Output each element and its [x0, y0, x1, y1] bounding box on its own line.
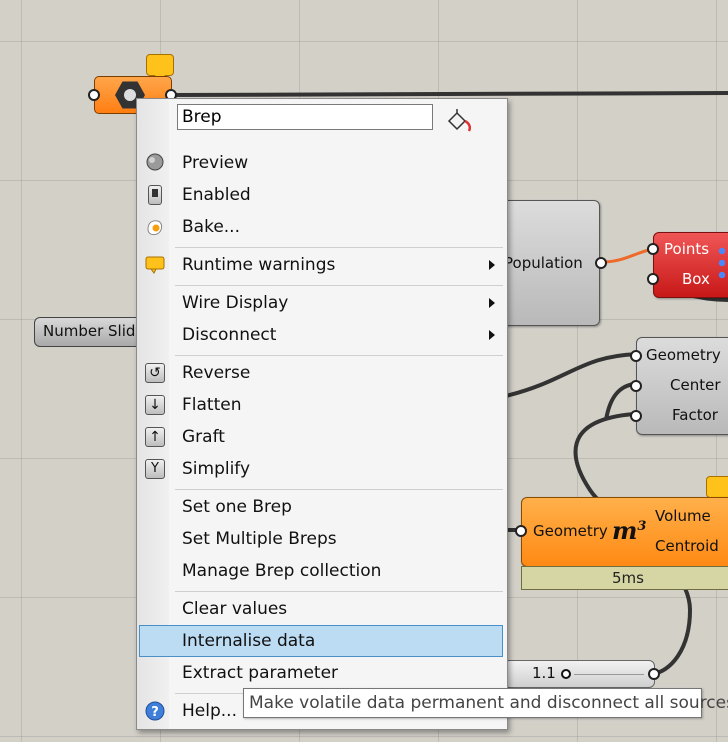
populate-points-port[interactable]: [647, 243, 659, 255]
volume-m3-icon: m3: [612, 516, 647, 545]
volume-geometry-port[interactable]: [515, 525, 527, 537]
populate-node[interactable]: Points Box: [647, 232, 728, 298]
menu-label-internalise-data: Internalise data: [182, 631, 316, 651]
menu-label-wire-display: Wire Display: [182, 293, 289, 313]
populate-input-points: Points: [664, 240, 710, 258]
menu-item-reverse[interactable]: ↺ Reverse: [139, 357, 503, 389]
menu-label-set-one-brep: Set one Brep: [182, 497, 292, 517]
scale-factor-port[interactable]: [630, 410, 642, 422]
brep-input-port[interactable]: [88, 89, 100, 101]
menu-item-set-one-brep[interactable]: Set one Brep: [139, 491, 503, 523]
menu-label-set-multiple-breps: Set Multiple Breps: [182, 529, 337, 549]
volume-timing-bar: 5ms: [521, 566, 728, 590]
param-name-input[interactable]: [177, 104, 433, 130]
menu-item-extract-parameter[interactable]: Extract parameter: [139, 657, 503, 689]
factor-slider-node[interactable]: 1.1: [503, 660, 660, 688]
help-icon: ?: [145, 701, 165, 721]
menu-item-internalise-data[interactable]: Internalise data: [139, 625, 503, 657]
factor-slider-knob[interactable]: [561, 669, 571, 679]
menu-separator: [175, 285, 503, 286]
reverse-icon: ↺: [145, 363, 165, 383]
volume-node[interactable]: Geometry m3 Volume Centroid: [515, 497, 728, 567]
scale-input-center: Center: [670, 376, 721, 394]
menu-item-wire-display[interactable]: Wire Display: [139, 287, 503, 319]
flatten-icon: ↓: [145, 395, 165, 415]
menu-label-flatten: Flatten: [182, 395, 242, 415]
number-slider-node[interactable]: Number Slider: [34, 317, 151, 347]
context-menu: Preview Enabled Bake... Runtime warnings…: [136, 98, 508, 730]
tooltip: Make volatile data permanent and disconn…: [243, 688, 728, 718]
submenu-arrow-icon: [489, 330, 495, 340]
menu-item-set-multiple-breps[interactable]: Set Multiple Breps: [139, 523, 503, 555]
menu-item-manage-brep-collection[interactable]: Manage Brep collection: [139, 555, 503, 587]
menu-label-manage-brep-collection: Manage Brep collection: [182, 561, 382, 581]
menu-label-clear-values: Clear values: [182, 599, 288, 619]
population-node[interactable]: Population: [500, 200, 607, 326]
menu-label-reverse: Reverse: [182, 363, 251, 383]
menu-label-enabled: Enabled: [182, 185, 251, 205]
menu-label-simplify: Simplify: [182, 459, 251, 479]
volume-warning-bubble-icon[interactable]: [706, 476, 728, 504]
menu-separator: [175, 247, 503, 248]
scale-center-port[interactable]: [630, 380, 642, 392]
graft-icon: ↑: [145, 427, 165, 447]
scale-node[interactable]: Geometry Center Factor: [630, 337, 728, 435]
svg-text:?: ?: [151, 705, 159, 720]
menu-label-bake: Bake...: [182, 217, 240, 237]
scale-geometry-port[interactable]: [630, 350, 642, 362]
factor-slider-value: 1.1: [532, 664, 556, 682]
menu-separator: [175, 489, 503, 490]
enabled-toggle-icon: [148, 185, 162, 205]
warning-balloon-icon: [145, 256, 165, 274]
menu-label-help: Help...: [182, 701, 237, 721]
volume-output-volume: Volume: [655, 507, 711, 525]
menu-item-enabled[interactable]: Enabled: [139, 179, 503, 211]
submenu-arrow-icon: [489, 298, 495, 308]
menu-item-simplify[interactable]: Y Simplify: [139, 453, 503, 485]
menu-separator: [175, 591, 503, 592]
menu-separator: [175, 355, 503, 356]
scale-input-geometry: Geometry: [646, 346, 721, 364]
menu-item-preview[interactable]: Preview: [139, 147, 503, 179]
paint-bucket-icon[interactable]: [445, 107, 471, 133]
menu-item-clear-values[interactable]: Clear values: [139, 593, 503, 625]
factor-slider-track: [574, 674, 644, 675]
menu-label-preview: Preview: [182, 153, 249, 173]
menu-item-bake[interactable]: Bake...: [139, 211, 503, 243]
preview-icon: [146, 153, 164, 171]
bake-egg-icon: [147, 220, 163, 236]
menu-item-runtime-warnings[interactable]: Runtime warnings: [139, 249, 503, 281]
populate-dots-icon: [716, 245, 728, 281]
warning-bubble-icon[interactable]: [146, 54, 174, 82]
menu-label-disconnect: Disconnect: [182, 325, 277, 345]
menu-item-flatten[interactable]: ↓ Flatten: [139, 389, 503, 421]
menu-label-graft: Graft: [182, 427, 225, 447]
number-slider-label: Number Slider: [43, 322, 151, 340]
populate-input-box: Box: [682, 270, 710, 288]
population-output-port[interactable]: [595, 257, 607, 269]
volume-input-geometry: Geometry: [533, 522, 608, 540]
menu-item-graft[interactable]: ↑ Graft: [139, 421, 503, 453]
simplify-icon: Y: [145, 459, 165, 479]
menu-label-runtime-warnings: Runtime warnings: [182, 255, 336, 275]
volume-output-centroid: Centroid: [655, 537, 719, 555]
population-label: Population: [504, 254, 583, 272]
scale-input-factor: Factor: [672, 406, 718, 424]
menu-item-disconnect[interactable]: Disconnect: [139, 319, 503, 351]
factor-slider-output-port[interactable]: [648, 668, 660, 680]
menu-label-extract-parameter: Extract parameter: [182, 663, 339, 683]
populate-box-port[interactable]: [647, 273, 659, 285]
submenu-arrow-icon: [489, 260, 495, 270]
